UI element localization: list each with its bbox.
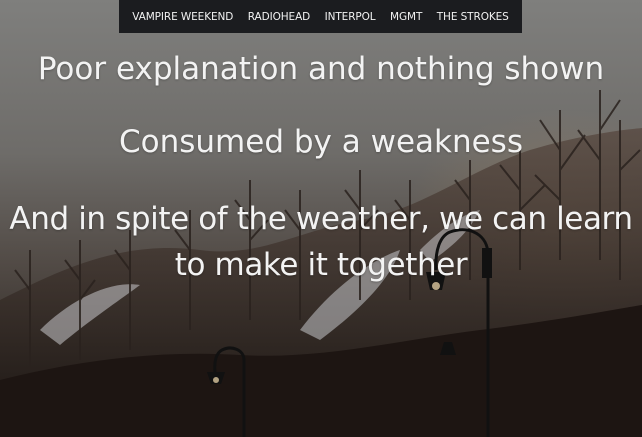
page: VAMPIRE WEEKEND RADIOHEAD INTERPOL MGMT … <box>0 0 642 437</box>
nav-link-interpol[interactable]: INTERPOL <box>325 11 376 23</box>
nav-link-the-strokes[interactable]: THE STROKES <box>437 11 509 23</box>
nav-link-mgmt[interactable]: MGMT <box>390 11 422 23</box>
top-navbar: VAMPIRE WEEKEND RADIOHEAD INTERPOL MGMT … <box>119 0 522 33</box>
lyric-line-2: Consumed by a weakness <box>119 124 523 160</box>
lyric-line-3: And in spite of the weather, we can lear… <box>9 201 633 283</box>
nav-link-vampire-weekend[interactable]: VAMPIRE WEEKEND <box>132 11 233 23</box>
lyric-line-1: Poor explanation and nothing shown <box>37 51 605 87</box>
nav-link-radiohead[interactable]: RADIOHEAD <box>248 11 311 23</box>
